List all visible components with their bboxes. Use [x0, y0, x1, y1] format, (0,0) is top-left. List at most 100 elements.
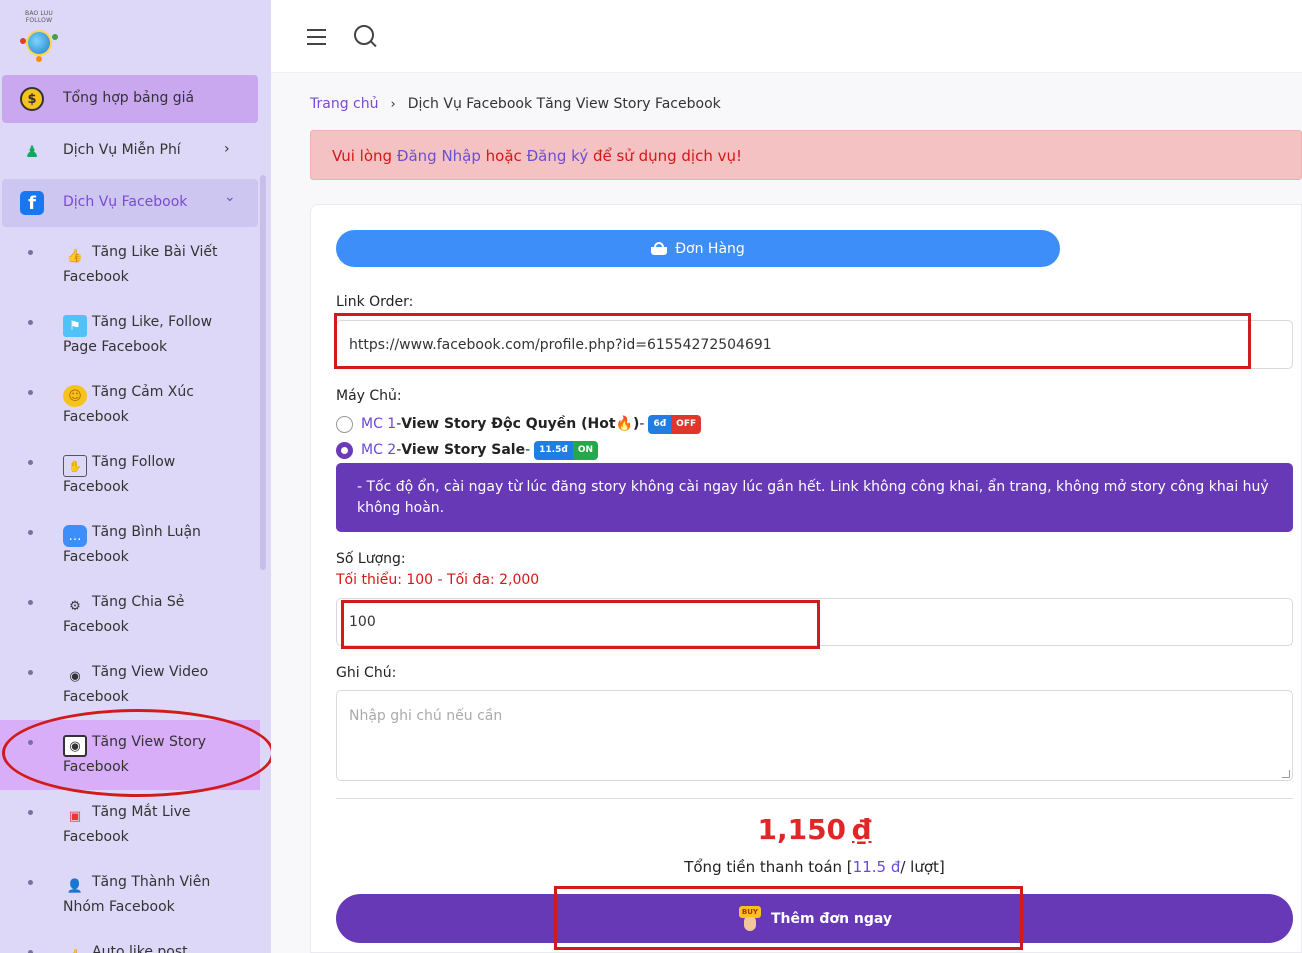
buy-hand-icon: BUY: [737, 905, 763, 932]
chevron-right-icon: ›: [390, 96, 396, 112]
server-code: MC 1: [361, 416, 397, 432]
sidebar-item-label: Tăng Like Bài Viết: [92, 244, 218, 260]
globe-icon: [26, 30, 52, 56]
sidebar-item-label: Tăng Chia Sẻ: [92, 594, 185, 610]
menu-item-mien-phi[interactable]: ♟ Dịch Vụ Miễn Phí ›: [2, 127, 258, 175]
sidebar-item-label: Facebook: [63, 479, 129, 495]
sidebar-item-label: Auto like post: [92, 944, 188, 953]
sidebar-item-live-eyes[interactable]: ▣ Tăng Mắt Live Facebook: [0, 790, 260, 860]
price-status-badge: 6đ OFF: [648, 414, 702, 434]
bullet-dot: [28, 810, 33, 815]
sidebar-item-like-post[interactable]: 👍 Tăng Like Bài Viết Facebook: [0, 230, 260, 300]
alert-middle: hoặc: [480, 147, 527, 165]
sidebar-item-follow[interactable]: ✋ Tăng Follow Facebook: [0, 440, 260, 510]
menu-item-bang-gia[interactable]: $ Tổng hợp bảng giá: [2, 75, 258, 123]
menu-item-facebook[interactable]: f Dịch Vụ Facebook ⌄: [2, 179, 258, 227]
add-order-label: Thêm đơn ngay: [770, 910, 893, 927]
sidebar-item-label: Tăng Bình Luận: [92, 524, 201, 540]
quantity-value: 100: [349, 614, 376, 630]
add-order-button[interactable]: BUY Thêm đơn ngay: [336, 894, 1293, 943]
sidebar-item-label: Tăng View Story: [92, 734, 206, 750]
alert-text: Vui lòng Đăng Nhập hoặc Đăng ký để sử dụ…: [332, 147, 742, 165]
top-bar: [271, 0, 1302, 73]
server-description: - Tốc độ ổn, cài ngay từ lúc đăng story …: [336, 463, 1293, 532]
server-label: Máy Chủ:: [336, 388, 402, 404]
sidebar-item-group-member[interactable]: 👤 Tăng Thành Viên Nhóm Facebook: [0, 860, 260, 930]
auto-like-icon: 👍: [63, 945, 87, 953]
note-label: Ghi Chú:: [336, 665, 397, 681]
total-price: 1,150 ₫: [336, 813, 1293, 846]
sidebar-item-comment[interactable]: … Tăng Bình Luận Facebook: [0, 510, 260, 580]
menu-label: Dịch Vụ Facebook: [63, 194, 188, 210]
server-tail: -: [525, 442, 531, 458]
note-textarea[interactable]: Nhập ghi chú nếu cần: [336, 690, 1293, 781]
emoji-smile-icon: ☺: [63, 385, 87, 407]
site-logo[interactable]: BAO LUU FOLLOW: [14, 10, 64, 62]
total-suffix: / lượt]: [900, 858, 945, 876]
sidebar-item-label: Facebook: [63, 829, 129, 845]
quantity-input[interactable]: 100: [336, 598, 1293, 646]
link-order-input[interactable]: https://www.facebook.com/profile.php?id=…: [336, 320, 1293, 369]
server-name: View Story Sale: [401, 442, 526, 458]
buy-tag: BUY: [738, 905, 761, 918]
breadcrumb-home-link[interactable]: Trang chủ: [310, 96, 378, 112]
logo-dot-icon: [52, 34, 58, 40]
total-payment-text: Tổng tiền thanh toán [11.5 đ/ lượt]: [336, 858, 1293, 876]
dollar-coin-icon: $: [20, 87, 44, 111]
breadcrumb: Trang chủ › Dịch Vụ Facebook Tăng View S…: [310, 96, 721, 112]
price-currency: ₫: [852, 813, 872, 846]
sidebar-item-view-story[interactable]: ◉ Tăng View Story Facebook: [0, 720, 260, 790]
radio-mc1[interactable]: [336, 415, 353, 433]
resize-grip-icon[interactable]: [1282, 770, 1290, 778]
bullet-dot: [28, 600, 33, 605]
sidebar-item-label: Tăng Follow: [92, 454, 176, 470]
sidebar-item-reaction[interactable]: ☺ Tăng Cảm Xúc Facebook: [0, 370, 260, 440]
mascot-icon: ♟: [24, 141, 40, 161]
eye-video-icon: ◉: [69, 668, 81, 684]
order-tab-button[interactable]: Đơn Hàng: [336, 230, 1060, 267]
page-flag-icon: ⚑: [63, 315, 87, 337]
bullet-dot: [28, 250, 33, 255]
chevron-right-icon: ›: [224, 141, 230, 157]
sidebar-scrollbar[interactable]: [260, 175, 266, 570]
chevron-down-icon: ⌄: [224, 189, 236, 205]
radio-mc2[interactable]: [336, 441, 353, 459]
bullet-dot: [28, 880, 33, 885]
sidebar-item-auto-like[interactable]: 👍 Auto like post: [0, 930, 260, 953]
link-order-label: Link Order:: [336, 294, 414, 310]
badge-price: 11.5đ: [534, 440, 573, 460]
sidebar-item-label: Tăng Cảm Xúc: [92, 384, 194, 400]
server-code: MC 2: [361, 442, 397, 458]
menu-label: Tổng hợp bảng giá: [63, 90, 195, 106]
sidebar-item-label: Tăng Mắt Live: [92, 804, 191, 820]
login-link[interactable]: Đăng Nhập: [397, 147, 481, 165]
sidebar-item-like-page[interactable]: ⚑ Tăng Like, Follow Page Facebook: [0, 300, 260, 370]
hamburger-menu-icon[interactable]: [307, 29, 326, 45]
sidebar-item-label: Facebook: [63, 549, 129, 565]
eye-story-icon: ◉: [63, 735, 87, 757]
follow-click-icon: ✋: [63, 455, 87, 477]
sidebar-item-label: Tăng Thành Viên: [92, 874, 211, 890]
server-tail: -: [639, 416, 645, 432]
live-window-icon: ▣: [68, 808, 82, 824]
search-icon[interactable]: [354, 25, 377, 48]
breadcrumb-current: Dịch Vụ Facebook Tăng View Story Faceboo…: [407, 96, 721, 112]
facebook-icon: f: [20, 191, 44, 215]
sidebar-item-view-video[interactable]: ◉ Tăng View Video Facebook: [0, 650, 260, 720]
badge-price: 6đ: [648, 414, 672, 434]
divider: [336, 798, 1293, 799]
bullet-dot: [28, 670, 33, 675]
server-option-mc2[interactable]: MC 2 - View Story Sale - 11.5đ ON: [336, 440, 598, 460]
sidebar: BAO LUU FOLLOW $ Tổng hợp bảng giá ♟ Dịc…: [0, 0, 271, 953]
register-link[interactable]: Đăng ký: [527, 147, 589, 165]
basket-icon: [651, 242, 668, 255]
total-prefix: Tổng tiền thanh toán [: [684, 858, 853, 876]
sidebar-item-share[interactable]: ⚙ Tăng Chia Sẻ Facebook: [0, 580, 260, 650]
alert-prefix: Vui lòng: [332, 147, 397, 165]
badge-status: OFF: [671, 414, 702, 434]
server-option-mc1[interactable]: MC 1 - View Story Độc Quyền (Hot🔥) - 6đ O…: [336, 414, 702, 434]
link-order-value: https://www.facebook.com/profile.php?id=…: [349, 337, 772, 353]
comment-bubble-icon: …: [63, 525, 87, 547]
logo-dot-icon: [36, 56, 42, 62]
bullet-dot: [28, 460, 33, 465]
